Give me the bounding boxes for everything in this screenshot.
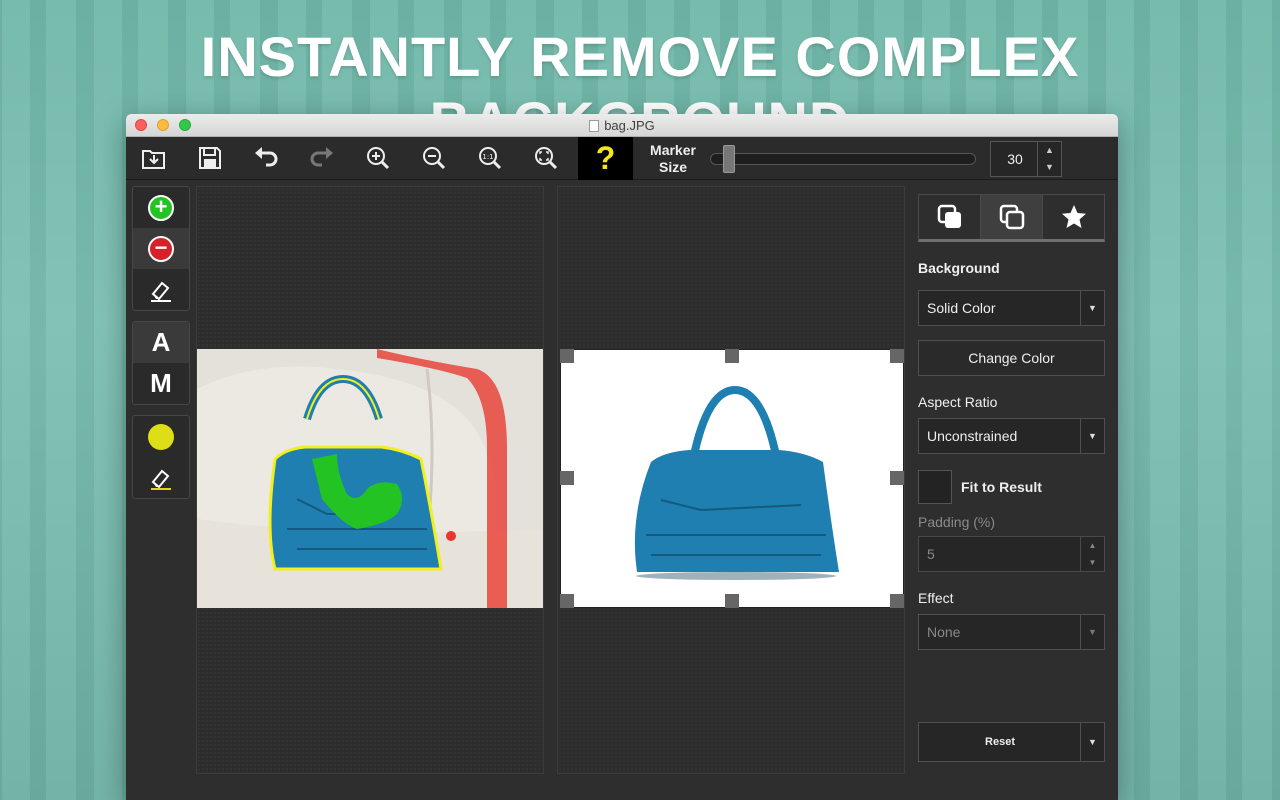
padding-stepper-arrows[interactable]: ▲ ▼ [1080, 537, 1104, 571]
fit-to-result-label: Fit to Result [961, 479, 1042, 495]
remove-marker-tool[interactable]: − [133, 228, 189, 269]
crop-handle-bottom-right[interactable] [890, 594, 904, 608]
tab-layers[interactable] [919, 195, 981, 239]
app-window: bag.JPG 1:1 ? Marker Size 30 ▲ ▼ + − A M… [126, 114, 1118, 800]
title-bar: bag.JPG [126, 114, 1118, 137]
zoom-in-button[interactable] [358, 139, 398, 177]
reset-label: Reset [985, 736, 1015, 748]
window-title-text: bag.JPG [604, 118, 655, 133]
minus-circle-icon: − [148, 235, 174, 262]
fit-to-result-row: Fit to Result [918, 470, 1105, 504]
source-canvas[interactable] [196, 186, 544, 774]
window-title: bag.JPG [126, 118, 1118, 133]
crop-handle-bottom[interactable] [725, 594, 739, 608]
marker-size-stepper-arrows[interactable]: ▲ ▼ [1037, 142, 1061, 176]
zoom-in-icon [367, 147, 390, 170]
eraser-tool[interactable] [133, 269, 189, 310]
crop-handle-right[interactable] [890, 471, 904, 485]
outline-eraser-icon [151, 469, 171, 490]
result-bag-art [634, 385, 839, 580]
chevron-up-icon[interactable]: ▲ [1038, 142, 1061, 159]
background-section-label: Background [918, 260, 1000, 276]
outline-eraser-tool[interactable] [133, 457, 189, 498]
aspect-ratio-value: Unconstrained [927, 428, 1018, 444]
result-canvas[interactable] [557, 186, 905, 774]
plus-circle-icon: + [148, 194, 174, 221]
open-folder-icon [142, 150, 165, 169]
mode-tool-group: A M [132, 321, 190, 405]
background-type-value: Solid Color [927, 300, 996, 316]
chevron-down-icon[interactable]: ▼ [1080, 615, 1104, 649]
effect-value: None [927, 624, 961, 640]
auto-mode-button[interactable]: A [133, 322, 189, 363]
chevron-down-icon[interactable]: ▼ [1080, 419, 1104, 453]
source-photo[interactable] [197, 349, 543, 608]
document-icon [589, 120, 600, 132]
fit-to-result-checkbox[interactable] [918, 470, 952, 504]
tab-favorites[interactable] [1043, 195, 1104, 239]
marker-size-stepper[interactable]: 30 ▲ ▼ [990, 141, 1062, 177]
undo-button[interactable] [246, 139, 286, 177]
redo-icon [310, 147, 333, 167]
layers-icon [937, 204, 961, 228]
actual-size-button[interactable]: 1:1 [470, 139, 510, 177]
eraser-icon [151, 281, 171, 302]
marker-size-label: Marker Size [642, 142, 704, 176]
auto-mode-letter: A [151, 327, 171, 357]
marker-label-line2: Size [658, 159, 687, 175]
keep-marker-tool[interactable]: + [133, 187, 189, 228]
duplicate-icon [999, 204, 1024, 230]
star-icon [1061, 205, 1086, 228]
help-button[interactable]: ? [578, 137, 633, 180]
help-icon: ? [595, 140, 616, 176]
zoom-out-button[interactable] [414, 139, 454, 177]
settings-panel: Background Solid Color ▼ Change Color As… [918, 194, 1105, 762]
zoom-actual-size-icon: 1:1 [479, 147, 502, 170]
marker-size-value[interactable]: 30 [991, 151, 1039, 167]
change-color-button[interactable]: Change Color [918, 340, 1105, 376]
outline-marker-tool[interactable] [133, 416, 189, 457]
svg-text:1:1: 1:1 [482, 153, 493, 161]
background-type-select[interactable]: Solid Color ▼ [918, 290, 1105, 326]
result-preview[interactable] [560, 349, 904, 608]
source-photo-art [197, 349, 543, 608]
marker-size-slider[interactable] [710, 153, 976, 165]
tool-sidebar: + − A M [132, 186, 190, 509]
chevron-down-icon[interactable]: ▼ [1038, 159, 1061, 176]
chevron-down-icon[interactable]: ▼ [1081, 554, 1104, 571]
marker-label-line1: Marker [650, 142, 696, 158]
crop-handle-left[interactable] [560, 471, 574, 485]
effect-select[interactable]: None ▼ [918, 614, 1105, 650]
effect-label: Effect [918, 590, 954, 606]
tab-background[interactable] [981, 195, 1043, 239]
padding-input[interactable]: 5 ▲ ▼ [918, 536, 1105, 572]
outline-tool-group [132, 415, 190, 499]
zoom-out-icon [423, 147, 446, 170]
reset-button[interactable]: Reset ▼ [918, 722, 1105, 762]
open-button[interactable] [134, 139, 174, 177]
aspect-ratio-select[interactable]: Unconstrained ▼ [918, 418, 1105, 454]
floppy-disk-icon [199, 147, 221, 169]
crop-handle-bottom-left[interactable] [560, 594, 574, 608]
redo-button[interactable] [302, 139, 342, 177]
chevron-up-icon[interactable]: ▲ [1081, 537, 1104, 554]
chevron-down-icon[interactable]: ▼ [1080, 723, 1104, 761]
padding-value: 5 [927, 546, 935, 562]
fit-to-window-button[interactable] [526, 139, 566, 177]
crop-handle-top[interactable] [725, 349, 739, 363]
save-button[interactable] [190, 139, 230, 177]
aspect-ratio-label: Aspect Ratio [918, 394, 998, 410]
chevron-down-icon[interactable]: ▼ [1080, 291, 1104, 325]
manual-mode-button[interactable]: M [133, 363, 189, 404]
settings-tabs [918, 194, 1105, 242]
undo-icon [255, 147, 278, 167]
crop-handle-top-right[interactable] [890, 349, 904, 363]
marker-size-slider-knob[interactable] [722, 145, 735, 173]
manual-mode-letter: M [150, 368, 172, 398]
padding-label: Padding (%) [918, 514, 996, 530]
yellow-dot-icon [148, 423, 174, 450]
zoom-fit-icon [535, 147, 558, 170]
crop-handle-top-left[interactable] [560, 349, 574, 363]
marker-tool-group: + − [132, 186, 190, 311]
